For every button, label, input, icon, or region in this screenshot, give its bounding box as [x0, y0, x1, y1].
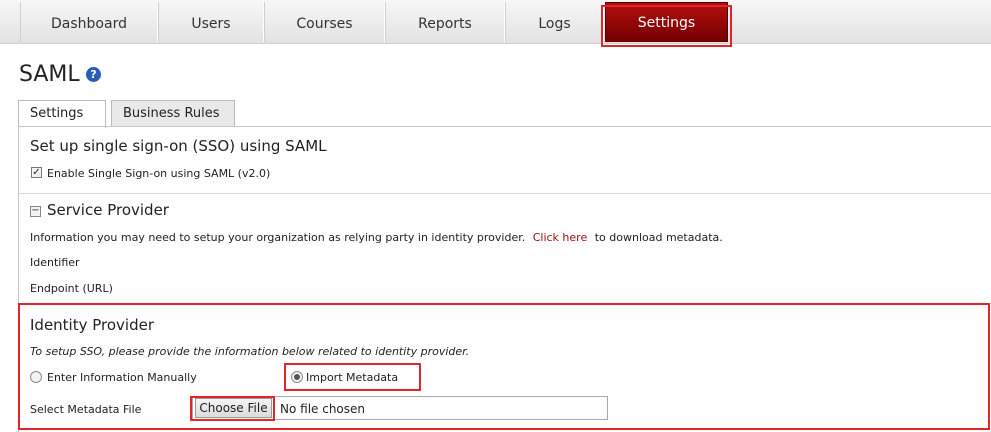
divider	[19, 193, 991, 194]
identity-provider-instruction: To setup SSO, please provide the informa…	[30, 345, 470, 358]
service-provider-info-text: Information you may need to setup your o…	[30, 231, 526, 244]
enable-sso-checkbox[interactable]: ✓	[31, 167, 42, 178]
endpoint-label: Endpoint (URL)	[30, 282, 113, 295]
nav-tab-logs[interactable]: Logs	[505, 2, 604, 42]
enable-sso-label: Enable Single Sign-on using SAML (v2.0)	[47, 167, 271, 180]
subtab-business-rules[interactable]: Business Rules	[111, 100, 235, 127]
manual-entry-radio[interactable]	[30, 371, 42, 383]
nav-tab-settings[interactable]: Settings	[605, 2, 728, 42]
service-provider-info: Information you may need to setup your o…	[30, 231, 723, 244]
manual-entry-label: Enter Information Manually	[47, 371, 197, 384]
link-suffix-text: to download metadata.	[594, 231, 723, 244]
sso-heading: Set up single sign-on (SSO) using SAML	[30, 137, 327, 155]
help-icon[interactable]: ?	[86, 67, 101, 82]
identifier-label: Identifier	[30, 256, 80, 269]
metadata-file-label: Select Metadata File	[30, 403, 142, 416]
download-metadata-link[interactable]: Click here	[533, 231, 588, 244]
file-status-text: No file chosen	[280, 402, 366, 416]
nav-tab-users[interactable]: Users	[158, 2, 264, 42]
service-provider-heading: Service Provider	[47, 201, 169, 219]
page-title: SAML	[19, 62, 80, 87]
choose-file-button[interactable]: Choose File	[195, 398, 272, 418]
collapse-icon[interactable]: −	[30, 206, 41, 217]
import-metadata-label: Import Metadata	[306, 371, 399, 384]
subtab-settings[interactable]: Settings	[18, 100, 106, 128]
top-navigation: Dashboard Users Courses Reports Logs Set…	[0, 0, 991, 44]
import-metadata-radio[interactable]	[291, 371, 303, 383]
identity-provider-heading: Identity Provider	[30, 316, 155, 334]
nav-tab-dashboard[interactable]: Dashboard	[20, 2, 158, 42]
nav-tab-courses[interactable]: Courses	[264, 2, 385, 42]
nav-tab-reports[interactable]: Reports	[385, 2, 505, 42]
